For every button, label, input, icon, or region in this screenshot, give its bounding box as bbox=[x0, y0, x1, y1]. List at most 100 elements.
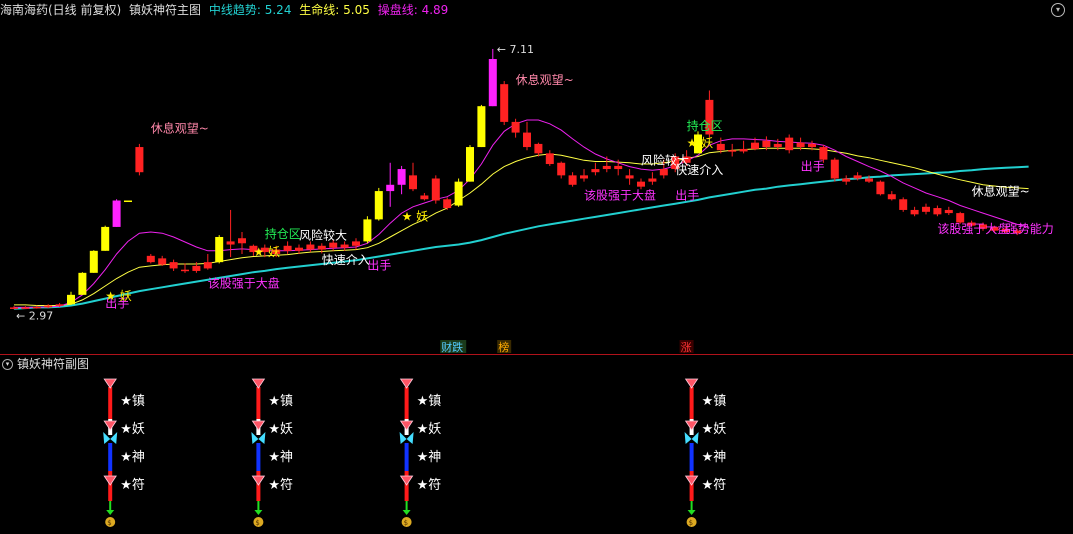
candle bbox=[101, 225, 110, 251]
signal-annotation: ★ 妖 bbox=[253, 245, 280, 259]
chart-header: 海南海药(日线 前复权) 镇妖神符主图 中线趋势: 5.24 生命线: 5.05… bbox=[0, 0, 1073, 20]
candle bbox=[363, 216, 372, 244]
signal-label: ★神 bbox=[702, 450, 727, 465]
signal-column: $ ★镇 ★妖 ★神 ★符 bbox=[251, 378, 293, 527]
signal-label: ★神 bbox=[120, 450, 145, 465]
gem-icon bbox=[103, 378, 117, 389]
svg-text:$: $ bbox=[107, 519, 111, 527]
candle bbox=[215, 235, 224, 264]
signal-annotation: 该股强于大盘 bbox=[584, 187, 656, 202]
signal-annotation: 出手 bbox=[801, 159, 825, 173]
life-line bbox=[14, 147, 1029, 306]
candle bbox=[500, 81, 509, 126]
svg-text:$: $ bbox=[255, 519, 259, 527]
candle bbox=[340, 241, 349, 251]
candle bbox=[488, 48, 497, 107]
candle bbox=[203, 253, 212, 270]
event-badge[interactable]: 财跌 bbox=[440, 340, 467, 354]
candle bbox=[124, 200, 132, 203]
candle bbox=[602, 156, 611, 173]
gem-icon bbox=[684, 475, 699, 486]
candle bbox=[78, 272, 87, 295]
signal-column: $ ★镇 ★妖 ★神 ★符 bbox=[399, 378, 442, 527]
sub-collapse-icon[interactable]: ▾ bbox=[2, 359, 13, 370]
signal-label: ★符 bbox=[268, 477, 293, 493]
candle bbox=[409, 162, 417, 192]
signal-column: $ ★镇 ★妖 ★神 ★符 bbox=[684, 378, 727, 527]
signal-label: ★神 bbox=[417, 450, 442, 465]
signal-label: ★妖 bbox=[702, 422, 727, 437]
candle bbox=[352, 238, 360, 250]
signal-annotation: 该股强于大盘 bbox=[208, 275, 280, 290]
candle bbox=[511, 118, 520, 138]
candle bbox=[454, 178, 463, 207]
signal-label: ★妖 bbox=[417, 422, 442, 437]
max-price-label: ← 7.11 bbox=[497, 43, 534, 56]
signal-annotation: ★ 妖 bbox=[687, 136, 714, 150]
candle bbox=[32, 305, 41, 309]
svg-text:$: $ bbox=[689, 519, 693, 527]
candle bbox=[158, 255, 167, 266]
event-badge[interactable]: 榜 bbox=[497, 340, 512, 354]
candle bbox=[386, 162, 395, 207]
candle bbox=[477, 104, 486, 148]
candle bbox=[830, 157, 839, 182]
candle bbox=[933, 205, 942, 217]
candle bbox=[89, 250, 98, 273]
signal-annotation: 出手 bbox=[367, 259, 391, 273]
signal-label: ★符 bbox=[120, 477, 145, 493]
signal-annotation: 风险较大 bbox=[299, 228, 347, 243]
candle bbox=[899, 197, 908, 212]
event-badge[interactable]: 涨 bbox=[679, 340, 694, 354]
candle bbox=[728, 143, 737, 157]
signal-annotation: 休息观望~ bbox=[516, 72, 574, 87]
candle bbox=[545, 150, 554, 166]
life-line-value: 5.05 bbox=[343, 3, 370, 17]
candle bbox=[842, 175, 851, 185]
svg-text:涨: 涨 bbox=[681, 341, 692, 354]
candle bbox=[876, 180, 885, 196]
signal-label: ★镇 bbox=[417, 394, 442, 409]
signal-annotation: 快速介入 bbox=[675, 163, 723, 177]
gem-icon bbox=[103, 475, 117, 486]
candle bbox=[887, 191, 896, 201]
candle bbox=[431, 175, 440, 204]
candle bbox=[146, 253, 155, 264]
gem-icon bbox=[251, 475, 266, 486]
gem-icon bbox=[399, 475, 414, 486]
candle bbox=[625, 169, 634, 185]
panel-divider[interactable] bbox=[0, 354, 1073, 355]
signal-label: ★镇 bbox=[268, 394, 293, 409]
signal-annotation: ★ 妖 bbox=[105, 289, 132, 303]
candle bbox=[739, 140, 748, 154]
signal-label: ★镇 bbox=[702, 394, 727, 409]
signal-annotation: 快速介入 bbox=[322, 253, 370, 267]
collapse-icon[interactable]: ▾ bbox=[1051, 3, 1065, 17]
main-price-chart: ← 7.11← 2.97休息观望~休息观望~休息观望~风险较大持仓区风险较大持仓… bbox=[10, 43, 1054, 354]
candle bbox=[67, 291, 75, 305]
gem-icon bbox=[684, 420, 699, 431]
signal-label: ★神 bbox=[268, 450, 293, 465]
candle bbox=[466, 145, 474, 182]
candle bbox=[112, 199, 121, 227]
mid-trend-label: 中线趋势: bbox=[208, 3, 261, 17]
operate-line bbox=[14, 119, 1029, 308]
gem-icon bbox=[251, 378, 266, 389]
operate-line-value: 4.89 bbox=[421, 3, 449, 17]
candle bbox=[443, 197, 452, 210]
indicator-name: 镇妖神符主图 bbox=[129, 3, 202, 17]
signal-annotation: 出手 bbox=[675, 188, 699, 202]
candle bbox=[397, 165, 406, 195]
candle bbox=[181, 263, 189, 273]
candle bbox=[135, 143, 144, 176]
min-price-label: ← 2.97 bbox=[16, 309, 53, 322]
life-line-label: 生命线: bbox=[299, 3, 340, 17]
candle bbox=[238, 231, 246, 254]
candle bbox=[283, 241, 292, 254]
gem-icon bbox=[399, 420, 414, 431]
candle bbox=[910, 206, 919, 217]
gem-icon bbox=[103, 420, 117, 431]
stock-name: 海南海药(日线 前复权) bbox=[0, 3, 122, 17]
signal-annotation: 休息观望~ bbox=[972, 183, 1030, 198]
gem-icon bbox=[251, 420, 266, 431]
